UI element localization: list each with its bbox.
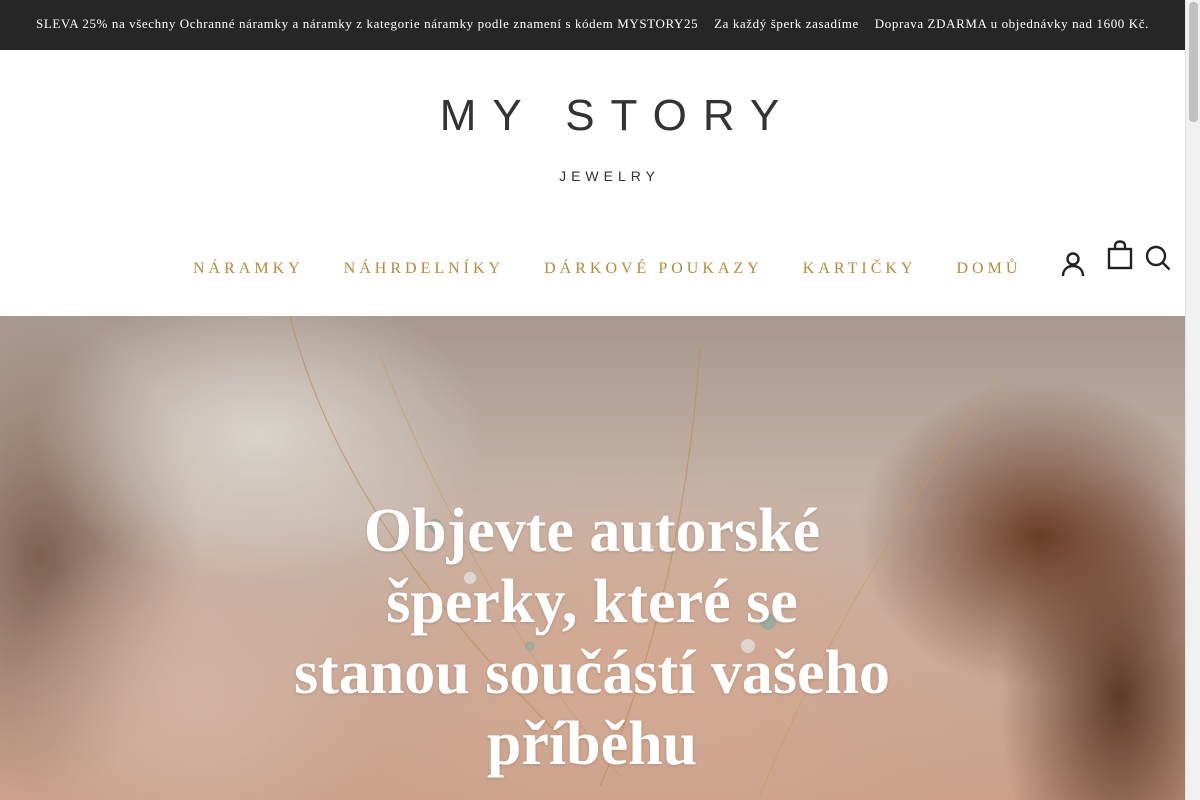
announcement-bar: SLEVA 25% na všechny Ochranné náramky a … <box>0 0 1185 50</box>
scrollbar-thumb[interactable] <box>1189 2 1198 122</box>
nav-item-domu[interactable]: DOMŮ <box>956 259 1021 279</box>
search-icon[interactable] <box>1144 244 1172 272</box>
nav-item-naramky[interactable]: NÁRAMKY <box>193 259 304 279</box>
site-header: MY STORY JEWELRY NÁRAMKY NÁHRDELNÍKY DÁR… <box>0 50 1185 316</box>
account-icon[interactable] <box>1060 250 1086 278</box>
announcement-item-discount: SLEVA 25% na všechny Ochranné náramky a … <box>36 16 699 31</box>
nav-item-darkove-poukazy[interactable]: DÁRKOVÉ POUKAZY <box>544 259 763 279</box>
nav-item-karticky[interactable]: KARTIČKY <box>803 259 917 279</box>
hero-title: Objevte autorské šperky, které se stanou… <box>294 497 890 778</box>
hero-banner: Objevte autorské šperky, které se stanou… <box>0 316 1185 800</box>
main-nav: NÁRAMKY NÁHRDELNÍKY DÁRKOVÉ POUKAZY KART… <box>193 259 1021 279</box>
logo-main-text: MY STORY <box>439 91 796 140</box>
logo-sub-text: JEWELRY <box>559 168 660 184</box>
nav-item-nahrdelniky[interactable]: NÁHRDELNÍKY <box>344 259 504 279</box>
announcement-item-tree: Za každý šperk zasadíme <box>714 16 859 31</box>
page-scrollbar[interactable] <box>1185 0 1200 800</box>
announcement-item-shipping: Doprava ZDARMA u objednávky nad 1600 Kč. <box>874 16 1149 31</box>
logo[interactable]: MY STORY JEWELRY <box>0 91 1185 185</box>
cart-icon[interactable] <box>1106 240 1134 270</box>
